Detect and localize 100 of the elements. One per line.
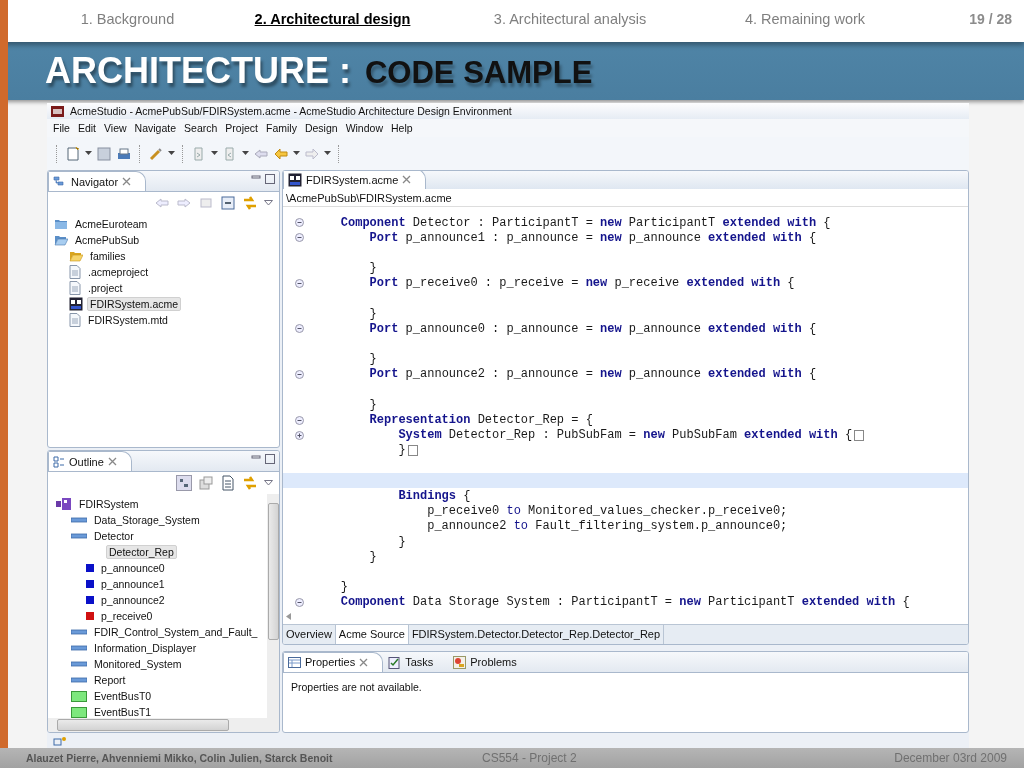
tree-view-icon[interactable] <box>176 475 192 491</box>
view-tab[interactable]: Problems <box>448 651 532 672</box>
collapse-icon[interactable] <box>295 597 304 607</box>
view-tab[interactable]: Properties <box>283 651 384 672</box>
collapse-icon[interactable] <box>295 278 304 288</box>
app-icon <box>51 105 64 117</box>
collapse-icon[interactable] <box>295 233 304 243</box>
tree-item[interactable]: p_announce0 <box>98 561 168 575</box>
menu-item[interactable]: Help <box>387 122 417 134</box>
code-line: } <box>398 534 406 549</box>
tree-item[interactable]: AcmeEuroteam <box>72 217 151 231</box>
code-line: } <box>369 549 377 564</box>
maximize-icon[interactable] <box>265 454 275 464</box>
tree-item[interactable]: Data_Storage_System <box>91 513 203 527</box>
close-icon[interactable] <box>402 175 412 184</box>
menu-item[interactable]: Project <box>221 122 262 134</box>
tree-item[interactable]: FDIRSystem.mtd <box>85 313 171 327</box>
code-line: } <box>340 580 348 595</box>
editor-tab[interactable]: FDIRSystem.acme <box>283 171 427 189</box>
tree-item[interactable]: Detector <box>91 529 137 543</box>
file-icon <box>69 297 83 311</box>
tree-item[interactable]: FDIRSystem.acme <box>87 297 182 311</box>
vertical-scrollbar[interactable] <box>267 494 279 718</box>
tree-item[interactable]: FDIR_Control_System_and_Fault_ <box>91 625 261 639</box>
menu-item[interactable]: Search <box>180 122 222 134</box>
section-tab[interactable]: 1. Background <box>45 11 210 27</box>
warning-list-icon <box>453 655 467 669</box>
caret-icon[interactable] <box>168 151 175 156</box>
page-number: 19 / 28 <box>968 11 1013 27</box>
tree-icon <box>53 176 67 187</box>
folded-code-marker[interactable] <box>407 444 418 456</box>
code-line: } <box>369 306 377 321</box>
tree-item[interactable]: FDIRSystem <box>76 497 142 511</box>
menu-item[interactable]: Family <box>262 122 301 134</box>
caret-icon[interactable] <box>85 151 92 156</box>
maximize-icon[interactable] <box>265 174 275 184</box>
tree-item[interactable]: p_announce1 <box>98 577 168 591</box>
close-icon[interactable] <box>359 657 369 667</box>
folded-code-marker[interactable] <box>854 429 865 441</box>
code-line: } <box>369 397 377 412</box>
layers-icon[interactable] <box>198 475 214 491</box>
collapse-icon[interactable] <box>295 324 304 334</box>
menu-item[interactable]: File <box>49 122 74 134</box>
view-tab[interactable]: Tasks <box>383 651 449 672</box>
menu-item[interactable]: Design <box>300 122 342 134</box>
tree-item[interactable]: Detector_Rep <box>106 545 177 559</box>
tree-item[interactable]: .project <box>85 281 126 295</box>
tree-item[interactable]: families <box>87 249 129 263</box>
view-tab[interactable]: Outline <box>48 451 132 471</box>
link-editor-icon[interactable] <box>242 475 258 491</box>
close-icon[interactable] <box>107 457 117 466</box>
menu-item[interactable]: Edit <box>73 122 100 134</box>
collapse-all-icon[interactable] <box>220 195 236 211</box>
collapse-icon[interactable] <box>295 415 304 425</box>
menu-item[interactable]: Window <box>341 122 387 134</box>
bus-icon <box>71 690 87 702</box>
tree-item[interactable]: EventBusT1 <box>91 705 155 718</box>
tree-item[interactable]: Monitored_System <box>91 657 185 671</box>
tree-item[interactable]: p_receive0 <box>98 609 156 623</box>
collapse-icon[interactable] <box>295 218 304 228</box>
tree-item[interactable]: Information_Displayer <box>91 641 200 655</box>
component-icon <box>71 517 87 523</box>
code-line: Representation Detector_Rep = { <box>369 413 593 428</box>
tree-item[interactable]: .acmeproject <box>85 265 152 279</box>
file-icon <box>288 172 302 187</box>
expand-icon[interactable] <box>295 430 304 440</box>
tree-item[interactable]: EventBusT0 <box>91 689 155 703</box>
scroll-left-icon[interactable] <box>286 613 291 621</box>
close-icon[interactable] <box>122 177 132 186</box>
caret-icon[interactable] <box>324 151 331 156</box>
file-icon <box>69 281 81 295</box>
caret-icon[interactable] <box>211 151 218 156</box>
caret-icon[interactable] <box>242 151 249 156</box>
print-icon[interactable] <box>116 145 132 162</box>
view-menu-icon[interactable] <box>264 480 273 486</box>
authors: Alauzet Pierre, Ahvenniemi Mikko, Colin Julien, Starck Benoit <box>25 752 334 764</box>
tree-item[interactable]: Report <box>91 673 129 687</box>
page-tab[interactable]: Overview <box>283 624 336 644</box>
page-tab[interactable]: FDIRSystem.Detector.Detector_Rep.Detector_Rep <box>408 624 665 644</box>
document-icon[interactable] <box>220 475 236 491</box>
link-editor-icon[interactable] <box>242 195 258 211</box>
open-folder-icon <box>69 250 83 262</box>
section-tab[interactable]: 4. Remaining work <box>685 11 925 27</box>
code-line: Component Data Storage System : ParticipantT = new ParticipantT extended with { <box>340 595 910 610</box>
caret-icon[interactable] <box>293 151 300 156</box>
view-menu-icon[interactable] <box>264 200 273 206</box>
tree-item[interactable]: p_announce2 <box>98 593 168 607</box>
view-tab[interactable]: Navigator <box>48 171 147 191</box>
code-line: Port p_announce0 : p_announce = new p_announce extended with { <box>369 321 817 336</box>
course-name: CS554 - Project 2 <box>481 751 578 765</box>
menu-item[interactable]: Navigate <box>130 122 181 134</box>
section-tab[interactable]: 3. Architectural analysis <box>455 11 685 27</box>
fast-view-icon[interactable] <box>53 735 67 746</box>
collapse-icon[interactable] <box>295 369 304 379</box>
section-tab[interactable]: 2. Architectural design <box>210 11 455 27</box>
page-tab[interactable]: Acme Source <box>335 624 409 644</box>
status-message: Properties are not available. <box>290 679 423 695</box>
tree-item[interactable]: AcmePubSub <box>72 233 143 247</box>
code-line: p_announce2 to Fault_filtering_system.p_announce0; <box>427 519 788 534</box>
menu-item[interactable]: View <box>100 122 131 134</box>
